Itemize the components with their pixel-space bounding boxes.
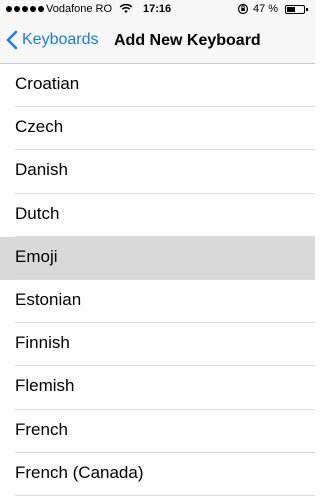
keyboard-label: Croatian	[15, 74, 80, 93]
keyboard-row-danish[interactable]: Danish	[0, 150, 315, 194]
clock-time: 17:16	[143, 3, 172, 15]
keyboard-label: Emoji	[15, 246, 58, 266]
keyboard-label: Flemish	[15, 376, 75, 396]
back-button[interactable]: Keyboards	[6, 30, 99, 50]
keyboard-row-estonian[interactable]: Estonian	[0, 279, 315, 324]
keyboard-label: Dutch	[15, 203, 60, 223]
status-bar: Vodafone RO 17:16 47 %	[0, 0, 315, 20]
keyboard-label: Danish	[15, 160, 68, 180]
keyboard-row-finnish[interactable]: Finnish	[0, 323, 315, 367]
keyboard-row-croatian[interactable]: Croatian	[0, 64, 315, 108]
keyboard-row-flemish[interactable]: Flemish	[0, 366, 315, 410]
keyboard-list: Croatian Czech Danish Dutch Emoji Estonian Fin…	[0, 64, 315, 496]
rotation-lock-icon	[237, 3, 249, 18]
wifi-icon	[119, 3, 133, 17]
keyboard-row-czech[interactable]: Czech	[0, 107, 315, 151]
chevron-left-icon	[6, 30, 18, 50]
page-title: Add New Keyboard	[114, 32, 261, 49]
keyboard-label: Estonian	[15, 289, 82, 309]
keyboard-label: Czech	[15, 117, 64, 137]
keyboard-row-french-canada[interactable]: French (Canada)	[0, 452, 315, 496]
keyboard-label: Finnish	[15, 333, 70, 353]
keyboard-row-dutch[interactable]: Dutch	[0, 193, 315, 237]
keyboard-row-emoji[interactable]: Emoji	[0, 236, 315, 280]
back-button-label: Keyboards	[22, 31, 99, 48]
battery-percentage: 47 %	[253, 3, 279, 15]
carrier-name: Vodafone RO	[46, 3, 113, 15]
keyboard-label: French	[15, 419, 68, 439]
signal-strength-icon	[6, 6, 44, 12]
battery-icon	[285, 5, 308, 14]
navigation-bar: Keyboards Add New Keyboard	[0, 20, 315, 64]
keyboard-row-french[interactable]: French	[0, 409, 315, 453]
